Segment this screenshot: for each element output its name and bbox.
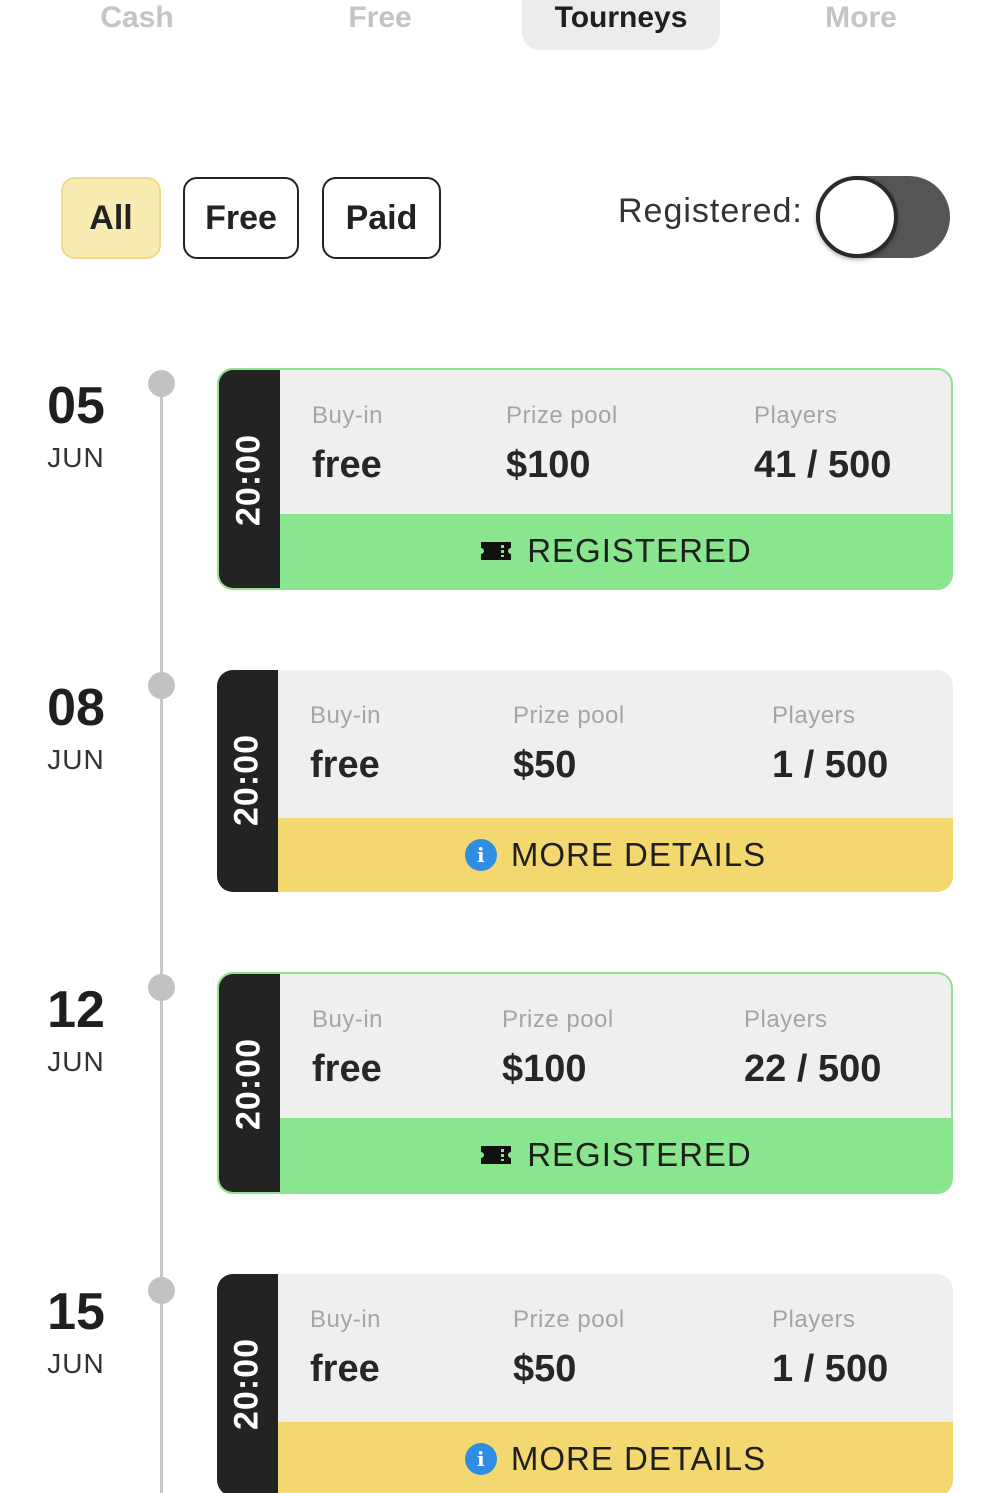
filter-paid-button[interactable]: Paid — [322, 177, 441, 259]
date-day: 05 — [47, 377, 105, 435]
players-label: Players — [744, 1006, 828, 1033]
date-month: JUN — [47, 1046, 105, 1077]
top-tab-bar: Cash Free Tourneys More — [0, 0, 1000, 60]
time-strip: 20:00 — [219, 974, 280, 1192]
start-time: 20:00 — [227, 734, 266, 826]
registered-toggle[interactable] — [816, 176, 950, 258]
ticket-icon — [481, 542, 512, 560]
more-details-button[interactable]: i MORE DETAILS — [278, 818, 953, 892]
date-month: JUN — [47, 442, 105, 473]
players-value: 1 / 500 — [772, 1348, 889, 1390]
date-month: JUN — [47, 1348, 105, 1379]
buyin-value: free — [312, 1048, 382, 1090]
date-day: 08 — [47, 679, 105, 737]
buyin-label: Buy-in — [312, 1006, 384, 1033]
filter-free-button[interactable]: Free — [183, 177, 299, 259]
filter-all-button[interactable]: All — [61, 177, 161, 259]
action-label: MORE DETAILS — [510, 1440, 767, 1477]
buyin-label: Buy-in — [310, 1306, 382, 1333]
tab-tourneys[interactable]: Tourneys — [522, 0, 720, 50]
tab-cash[interactable]: Cash — [62, 0, 212, 50]
action-label: REGISTERED — [527, 1136, 752, 1173]
info-icon: i — [464, 1443, 497, 1475]
prize-pool-value: $100 — [506, 444, 591, 486]
tournament-card[interactable]: 20:00 Buy-in Prize pool Players free $50… — [217, 670, 953, 892]
buyin-value: free — [312, 444, 382, 486]
players-label: Players — [772, 1306, 856, 1333]
timeline-dot — [148, 370, 175, 397]
timeline-dot — [148, 672, 175, 699]
players-value: 41 / 500 — [754, 444, 892, 486]
timeline-dot — [148, 1277, 175, 1304]
tournament-card[interactable]: 20:00 Buy-in Prize pool Players free $10… — [217, 368, 953, 590]
toggle-knob[interactable] — [816, 176, 898, 258]
time-strip: 20:00 — [217, 670, 278, 892]
buyin-label: Buy-in — [312, 402, 384, 429]
start-time: 20:00 — [227, 1338, 266, 1430]
info-icon: i — [464, 839, 497, 871]
prize-pool-label: Prize pool — [513, 702, 625, 729]
start-time: 20:00 — [229, 1038, 268, 1130]
registered-button[interactable]: REGISTERED — [280, 514, 951, 588]
prize-pool-value: $100 — [502, 1048, 587, 1090]
filter-all-label: All — [89, 198, 133, 237]
prize-pool-label: Prize pool — [513, 1306, 625, 1333]
registered-button[interactable]: REGISTERED — [280, 1118, 951, 1192]
tab-free[interactable]: Free — [305, 0, 455, 50]
ticket-icon — [481, 1146, 512, 1164]
timeline-dot — [148, 974, 175, 1001]
date-day: 12 — [47, 981, 105, 1039]
prize-pool-value: $50 — [513, 1348, 577, 1390]
filter-paid-label: Paid — [345, 198, 418, 237]
action-label: REGISTERED — [527, 532, 752, 569]
date-month: JUN — [47, 744, 105, 775]
players-label: Players — [754, 402, 838, 429]
buyin-value: free — [310, 744, 380, 786]
prize-pool-label: Prize pool — [506, 402, 618, 429]
tournament-card[interactable]: 20:00 Buy-in Prize pool Players free $50… — [217, 1274, 953, 1493]
tournament-card[interactable]: 20:00 Buy-in Prize pool Players free $10… — [217, 972, 953, 1194]
players-label: Players — [772, 702, 856, 729]
prize-pool-label: Prize pool — [502, 1006, 614, 1033]
time-strip: 20:00 — [219, 370, 280, 588]
players-value: 1 / 500 — [772, 744, 889, 786]
date-day: 15 — [47, 1283, 105, 1341]
buyin-label: Buy-in — [310, 702, 382, 729]
filter-free-label: Free — [205, 198, 277, 237]
timeline-line — [160, 383, 163, 1493]
time-strip: 20:00 — [217, 1274, 278, 1493]
more-details-button[interactable]: i MORE DETAILS — [278, 1422, 953, 1493]
registered-filter-label: Registered: — [618, 192, 803, 230]
prize-pool-value: $50 — [513, 744, 577, 786]
players-value: 22 / 500 — [744, 1048, 882, 1090]
start-time: 20:00 — [229, 434, 268, 526]
tab-more[interactable]: More — [786, 0, 936, 50]
buyin-value: free — [310, 1348, 380, 1390]
action-label: MORE DETAILS — [510, 836, 767, 873]
